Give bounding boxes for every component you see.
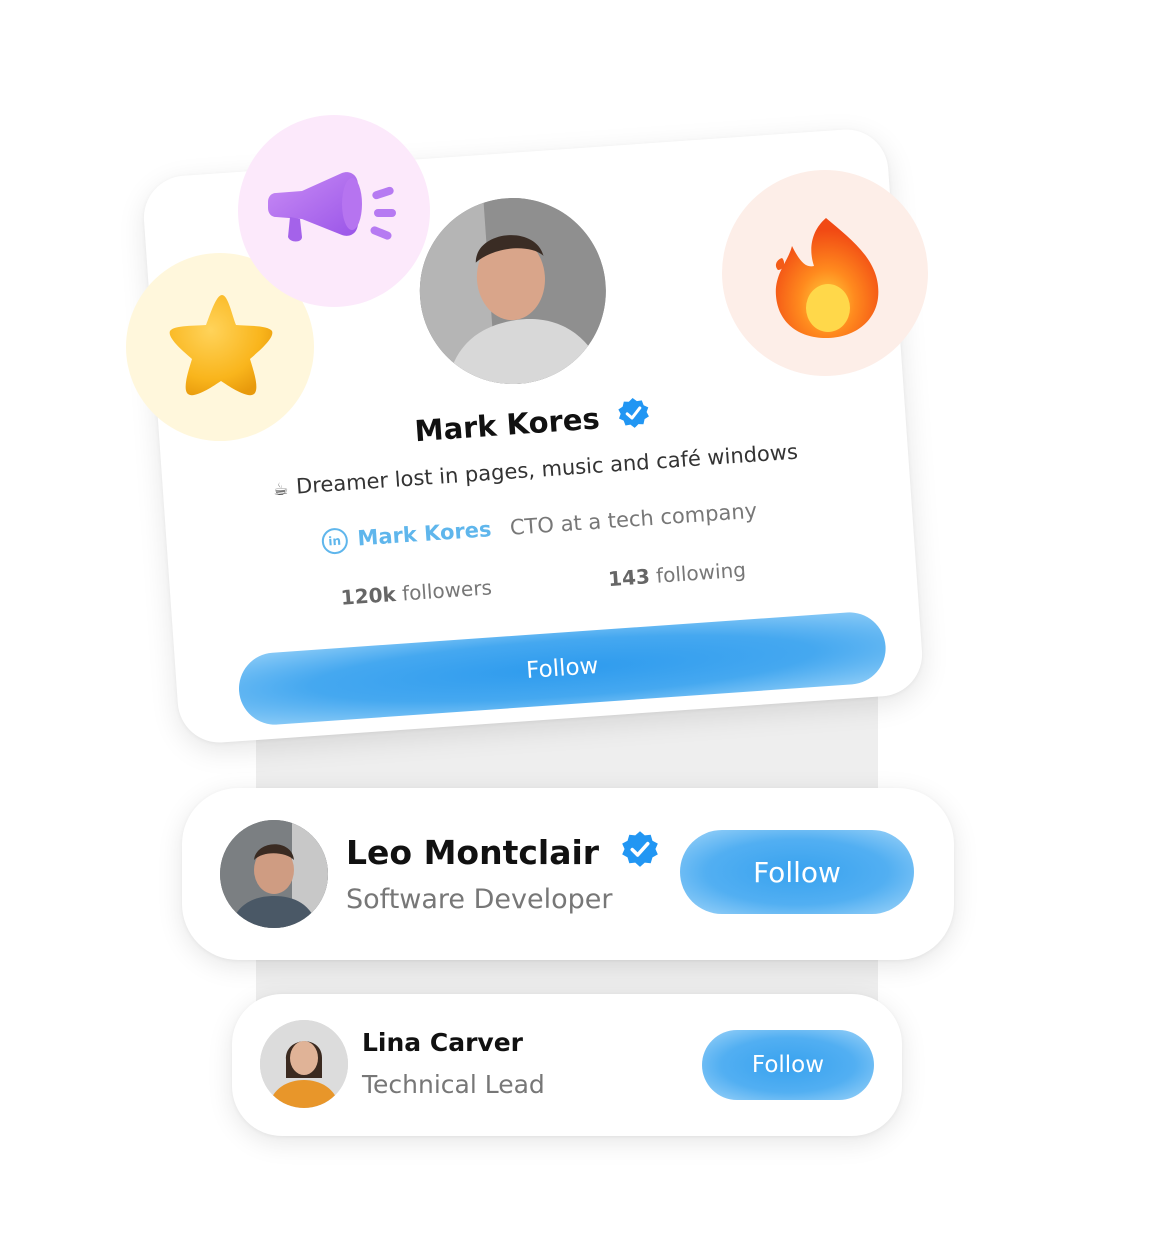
followers-count: 120k — [339, 581, 397, 610]
followers-stat[interactable]: 120k followers — [340, 575, 493, 609]
fire-bubble — [722, 170, 928, 376]
profile-avatar[interactable] — [413, 191, 613, 391]
profile-name: Mark Kores — [413, 401, 601, 449]
following-stat[interactable]: 143 following — [607, 558, 746, 592]
following-count: 143 — [607, 564, 651, 592]
user-name: Lina Carver — [362, 1028, 523, 1057]
coffee-icon: ☕ — [272, 479, 289, 501]
following-label: following — [655, 557, 747, 588]
verified-badge-icon — [616, 396, 651, 437]
user-card-leo: Leo Montclair Software Developer Follow — [182, 788, 954, 960]
profile-job-title: CTO at a tech company — [509, 498, 758, 540]
user-avatar[interactable] — [220, 820, 328, 928]
avatar-photo — [413, 191, 613, 391]
fire-icon — [775, 218, 879, 338]
user-avatar[interactable] — [260, 1020, 348, 1108]
verified-badge-icon — [621, 830, 659, 876]
follow-button[interactable]: Follow — [680, 830, 914, 914]
linkedin-link[interactable]: in Mark Kores — [320, 517, 493, 555]
megaphone-icon — [268, 172, 396, 242]
user-name-row: Leo Montclair — [346, 830, 659, 876]
avatar-photo — [260, 1020, 348, 1108]
megaphone-bubble — [238, 115, 430, 307]
user-card-lina: Lina Carver Technical Lead Follow — [232, 994, 902, 1136]
stage: Mark Kores ☕ Dreamer lost in pages, music… — [0, 0, 1168, 1260]
avatar-photo — [220, 820, 328, 928]
follow-button[interactable]: Follow — [702, 1030, 874, 1100]
linkedin-name: Mark Kores — [356, 517, 493, 551]
user-role: Software Developer — [346, 884, 613, 915]
followers-label: followers — [401, 575, 493, 606]
linkedin-icon: in — [320, 527, 349, 555]
user-role: Technical Lead — [362, 1070, 545, 1099]
user-name: Leo Montclair — [346, 833, 600, 872]
